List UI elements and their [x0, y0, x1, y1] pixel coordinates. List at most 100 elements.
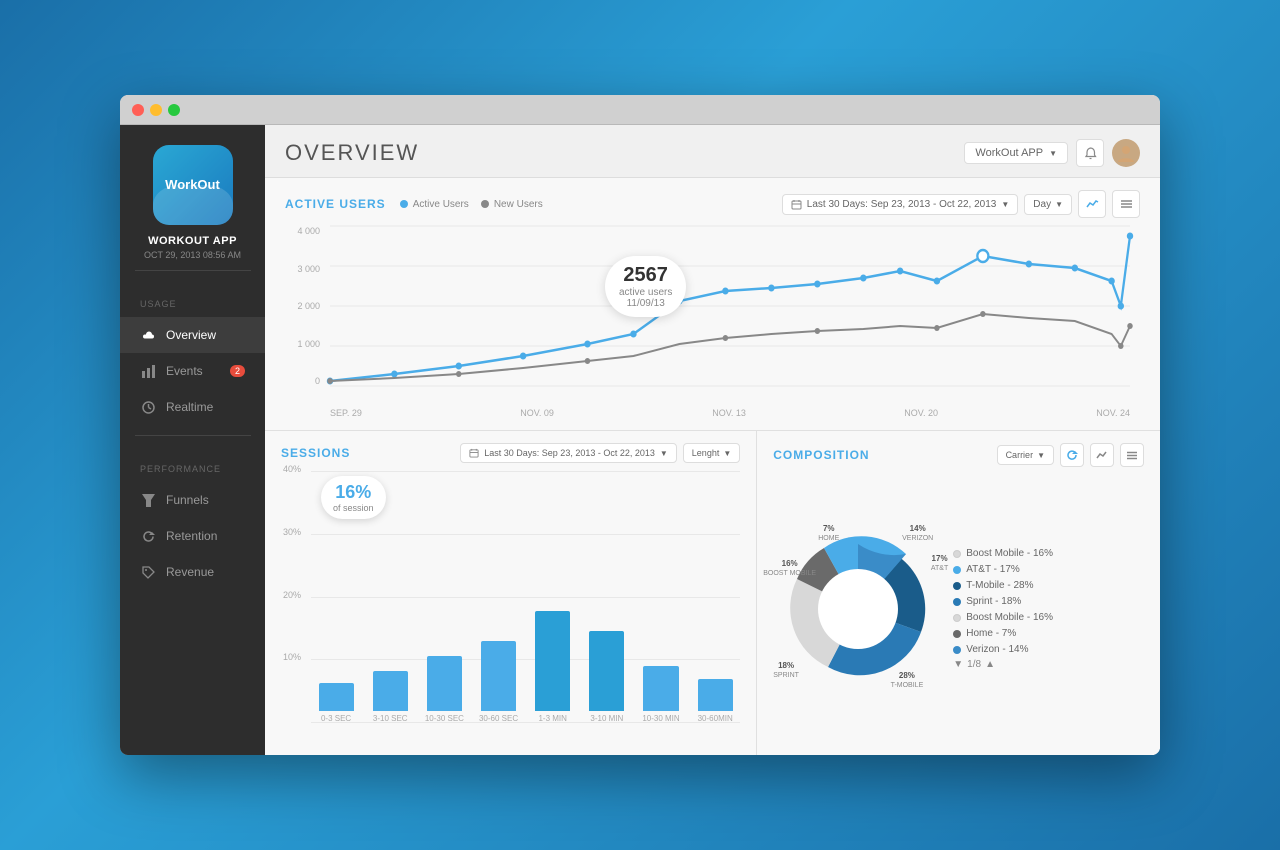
legend-item-verizon: Verizon - 14% [953, 644, 1144, 655]
boost-mobile-dot [953, 550, 961, 558]
tooltip-date: 11/09/13 [619, 298, 672, 309]
composition-menu-button[interactable] [1120, 443, 1144, 467]
bar-10-30sec: 10-30 SEC [419, 656, 469, 723]
sessions-calendar-icon [469, 448, 479, 458]
menu-button[interactable] [1112, 190, 1140, 218]
date-range-button[interactable]: Last 30 Days: Sep 23, 2013 - Oct 22, 201… [782, 194, 1019, 215]
chevron-down-icon-date: ▼ [1001, 200, 1009, 209]
bar-value-10-30min [643, 666, 678, 711]
donut-label-tmobile: 28%T-MOBILE [891, 671, 924, 689]
donut-label-verizon: 14%VERIZON [902, 524, 933, 542]
sidebar-item-funnels[interactable]: Funnels [120, 482, 265, 518]
legend-item-tmobile: T-Mobile - 28% [953, 580, 1144, 591]
sidebar-item-retention[interactable]: Retention [120, 518, 265, 554]
main-content: OVERVIEW WorkOut APP ▼ [265, 125, 1160, 755]
notification-button[interactable] [1076, 139, 1104, 167]
bar-0-3sec: 0-3 SEC [311, 683, 361, 723]
close-button[interactable] [132, 104, 144, 116]
composition-panel: COMPOSITION Carrier ▼ [757, 431, 1160, 755]
bar-10-30min: 10-30 MIN [636, 666, 686, 723]
bar-label-30-60min: 30-60MIN [698, 714, 733, 723]
divider-2 [135, 435, 251, 436]
events-label: Events [166, 364, 203, 378]
sessions-title: SESSIONS [281, 446, 350, 460]
legend-item-boost2: Boost Mobile - 16% [953, 612, 1144, 623]
usage-section-label: USAGE [120, 299, 265, 309]
app-selector-label: WorkOut APP [975, 147, 1043, 159]
pagination-row: ▼ 1/8 ▲ [953, 659, 1144, 670]
att-label: AT&T - 17% [966, 564, 1020, 575]
sessions-date-range[interactable]: Last 30 Days: Sep 23, 2013 - Oct 22, 201… [460, 443, 677, 463]
sidebar-item-revenue[interactable]: Revenue [120, 554, 265, 590]
calendar-icon [791, 199, 802, 210]
active-users-controls: Last 30 Days: Sep 23, 2013 - Oct 22, 201… [782, 190, 1140, 218]
bar-3-10sec: 3-10 SEC [365, 671, 415, 723]
composition-header: COMPOSITION Carrier ▼ [773, 443, 1144, 467]
app-logo: WorkOut [153, 145, 233, 225]
boost-mobile-label: Boost Mobile - 16% [966, 548, 1053, 559]
app-date: OCT 29, 2013 08:56 AM [144, 250, 241, 260]
app-selector[interactable]: WorkOut APP ▼ [964, 142, 1068, 164]
donut-label-sprint: 18%SPRINT [773, 661, 799, 679]
refresh-icon [140, 528, 156, 544]
revenue-label: Revenue [166, 565, 214, 579]
active-users-panel: ACTIVE USERS Active Users New Users [265, 178, 1160, 431]
donut-area: 28%T-MOBILE 18%SPRINT 16%BOOST MOBILE 7%… [773, 475, 1144, 743]
bar-label-0-3sec: 0-3 SEC [321, 714, 351, 723]
chevron-left-icon[interactable]: ▼ [953, 659, 963, 670]
composition-trend-button[interactable] [1090, 443, 1114, 467]
bar-value-3-10min [589, 631, 624, 711]
chevron-sessions-filter: ▼ [723, 449, 731, 458]
sessions-filter-label: Lenght [692, 448, 720, 458]
bar-label-1-3min: 1-3 MIN [538, 714, 566, 723]
sessions-panel: SESSIONS Last 30 Days: Sep 2 [265, 431, 757, 755]
realtime-label: Realtime [166, 400, 213, 414]
composition-legend: Boost Mobile - 16% AT&T - 17% T-Mobile -… [953, 548, 1144, 670]
composition-carrier-filter[interactable]: Carrier ▼ [997, 445, 1054, 465]
bar-label-3-10sec: 3-10 SEC [373, 714, 408, 723]
sessions-header: SESSIONS Last 30 Days: Sep 2 [281, 443, 740, 463]
refresh-icon [1066, 449, 1078, 461]
topbar-right: WorkOut APP ▼ [964, 139, 1140, 167]
trend-icon [1086, 199, 1099, 209]
sidebar-item-overview[interactable]: Overview [120, 317, 265, 353]
bar-30-60sec: 30-60 SEC [473, 641, 523, 723]
date-range-text: Last 30 Days: Sep 23, 2013 - Oct 22, 201… [807, 199, 997, 210]
menu-icon [1120, 199, 1133, 209]
donut-label-home: 7%HOME [818, 524, 839, 542]
funnel-icon [140, 492, 156, 508]
sidebar-item-realtime[interactable]: Realtime [120, 389, 265, 425]
chevron-right-icon[interactable]: ▲ [985, 659, 995, 670]
menu-icon-composition [1126, 451, 1138, 460]
donut-chart: 28%T-MOBILE 18%SPRINT 16%BOOST MOBILE 7%… [773, 524, 943, 694]
fullscreen-button[interactable] [168, 104, 180, 116]
legend-item-att: AT&T - 17% [953, 564, 1144, 575]
period-selector[interactable]: Day ▼ [1024, 194, 1072, 215]
active-users-title: ACTIVE USERS [285, 197, 386, 211]
content-area: ACTIVE USERS Active Users New Users [265, 178, 1160, 755]
sessions-filter[interactable]: Lenght ▼ [683, 443, 740, 463]
donut-label-boost: 16%BOOST MOBILE [763, 559, 816, 577]
app-title: WORKOUT APP [148, 235, 237, 247]
titlebar [120, 95, 1160, 125]
bar-value-30-60sec [481, 641, 516, 711]
sidebar-item-events[interactable]: Events 2 [120, 353, 265, 389]
minimize-button[interactable] [150, 104, 162, 116]
tooltip-label: active users [619, 287, 672, 298]
boost2-label: Boost Mobile - 16% [966, 612, 1053, 623]
active-users-legend: Active Users New Users [400, 199, 543, 210]
chart-type-button[interactable] [1078, 190, 1106, 218]
bar-1-3min: 1-3 MIN [528, 611, 578, 723]
bar-chart-icon [140, 363, 156, 379]
bar-label-10-30sec: 10-30 SEC [425, 714, 464, 723]
legend-item-boost-mobile: Boost Mobile - 16% [953, 548, 1144, 559]
sidebar: WorkOut WORKOUT APP OCT 29, 2013 08:56 A… [120, 125, 265, 755]
y-label-2000: 2 000 [297, 301, 320, 311]
bar-label-30-60sec: 30-60 SEC [479, 714, 518, 723]
composition-refresh-button[interactable] [1060, 443, 1084, 467]
home-dot [953, 630, 961, 638]
funnels-label: Funnels [166, 493, 209, 507]
new-users-dot [481, 200, 489, 208]
user-avatar[interactable] [1112, 139, 1140, 167]
verizon-dot [953, 646, 961, 654]
